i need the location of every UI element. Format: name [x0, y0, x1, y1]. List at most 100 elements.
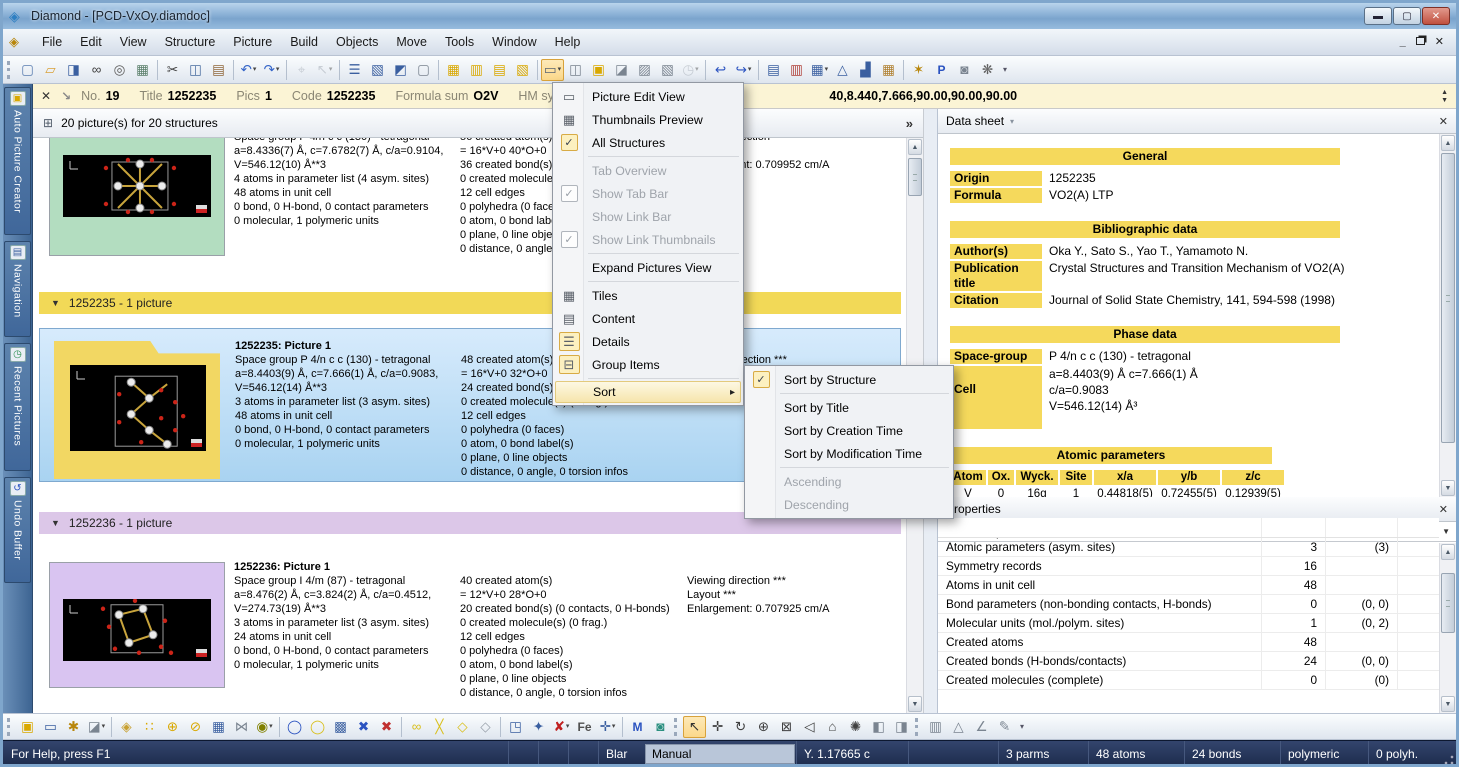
- menu-objects[interactable]: Objects: [327, 31, 387, 53]
- delete-all-icon[interactable]: ✘▾: [550, 716, 573, 738]
- table-view-icon[interactable]: ▦▾: [808, 59, 831, 81]
- doc-minimize-button[interactable]: _: [1400, 37, 1406, 47]
- picture-edit-icon[interactable]: ◫: [564, 59, 587, 81]
- save-icon[interactable]: ◨: [62, 59, 85, 81]
- properties-table-icon[interactable]: ▦: [877, 59, 900, 81]
- pan-icon[interactable]: ⌖: [290, 59, 313, 81]
- scroll-up-icon[interactable]: ▲: [908, 139, 922, 155]
- record-spinner[interactable]: ▲▼: [1441, 89, 1448, 104]
- unit-cell-icon[interactable]: ◳: [504, 716, 527, 738]
- property-row[interactable]: Atomic parameters (asym. sites)3(3): [938, 538, 1439, 557]
- collapse-arrow-icon[interactable]: ▼: [51, 518, 60, 528]
- camera-position-2-icon[interactable]: ◨: [890, 716, 913, 738]
- data-sheet-close-icon[interactable]: ✕: [1439, 115, 1448, 128]
- sidebar-tab-undo-buffer[interactable]: ↺Undo Buffer: [4, 477, 31, 583]
- bond-tool-icon[interactable]: ⋈: [230, 716, 253, 738]
- properties-scrollbar[interactable]: ▲ ▼: [1439, 543, 1456, 713]
- property-row[interactable]: Created molecules (complete)0(0): [938, 671, 1439, 690]
- print-preview-icon[interactable]: ◎: [108, 59, 131, 81]
- group-header-group-1252235[interactable]: ▼1252235 - 1 picture: [39, 292, 901, 314]
- picture-preview-view-icon[interactable]: ▧: [366, 59, 389, 81]
- menu-move[interactable]: Move: [387, 31, 436, 53]
- picture-undo-view-icon[interactable]: ◩: [389, 59, 412, 81]
- toolbar-grip[interactable]: [674, 718, 679, 736]
- structure-thumbnail[interactable]: [49, 138, 225, 256]
- zoom-mode-icon[interactable]: ⊕: [752, 716, 775, 738]
- spinner-down-icon[interactable]: ▼: [1441, 97, 1448, 104]
- structure-tree-view-icon[interactable]: ☰: [343, 59, 366, 81]
- minimize-button[interactable]: ▬: [1364, 7, 1392, 25]
- properties-letter-icon[interactable]: P: [930, 59, 953, 81]
- add-atoms-icon[interactable]: ∷: [138, 716, 161, 738]
- structure-thumbnail[interactable]: [54, 341, 220, 479]
- ring-gray-icon[interactable]: ◇: [474, 716, 497, 738]
- scroll-down-icon[interactable]: ▼: [1441, 696, 1455, 712]
- measure-angle-icon[interactable]: △: [947, 716, 970, 738]
- menu-item-content[interactable]: ▤Content: [555, 307, 741, 330]
- polyhedron-cage-icon[interactable]: ▩: [329, 716, 352, 738]
- rotate-mode-icon[interactable]: ↻: [729, 716, 752, 738]
- measure-letter-m-icon[interactable]: M: [626, 716, 649, 738]
- sidebar-tab-auto-picture-creator[interactable]: ▣Auto Picture Creator: [4, 87, 31, 235]
- picture-scene-icon[interactable]: ◙: [649, 716, 672, 738]
- spin-mode-icon[interactable]: ✺: [844, 716, 867, 738]
- move-mode-icon[interactable]: ✛: [706, 716, 729, 738]
- toolbar-overflow-icon[interactable]: ▾: [1020, 722, 1024, 731]
- ball-and-stick-icon[interactable]: ∞: [405, 716, 428, 738]
- menu-item-expand-pictures-view[interactable]: Expand Pictures View: [555, 256, 741, 279]
- cut-icon[interactable]: ✂: [161, 59, 184, 81]
- resize-grip[interactable]: [1440, 741, 1456, 767]
- menu-item-all-structures[interactable]: ✓All Structures: [555, 131, 741, 154]
- measure-distance-icon[interactable]: ▥: [924, 716, 947, 738]
- remove-bond-icon[interactable]: ⊘: [184, 716, 207, 738]
- creation-tools-icon[interactable]: ✱: [62, 716, 85, 738]
- close-button[interactable]: ✕: [1422, 7, 1450, 25]
- picture-comment-icon[interactable]: ▭: [39, 716, 62, 738]
- menu-structure[interactable]: Structure: [156, 31, 225, 53]
- blank-view-icon[interactable]: ▢: [412, 59, 435, 81]
- menu-item-tiles[interactable]: ▦Tiles: [555, 284, 741, 307]
- data-table-icon[interactable]: ▦: [442, 59, 465, 81]
- collapse-arrow-icon[interactable]: ▼: [51, 298, 60, 308]
- auto-picture-creator-icon[interactable]: ▣: [16, 716, 39, 738]
- property-row[interactable]: Created atoms48: [938, 633, 1439, 652]
- open-folder-icon[interactable]: ▱: [39, 59, 62, 81]
- cell-axes-icon[interactable]: ✦: [527, 716, 550, 738]
- scroll-up-icon[interactable]: ▲: [1441, 544, 1455, 560]
- toolbar-grip[interactable]: [7, 61, 12, 79]
- entry-1252236[interactable]: 1252236: Picture 1Space group I 4/m (87)…: [39, 550, 901, 704]
- property-row[interactable]: Created bonds (H-bonds/contacts)24(0, 0): [938, 652, 1439, 671]
- entry-1252234[interactable]: Space group P 4/n c c (130) - tetragonal…: [39, 138, 901, 266]
- new-document-icon[interactable]: ▢: [16, 59, 39, 81]
- scrollbar-thumb[interactable]: [908, 158, 922, 196]
- scroll-down-icon[interactable]: ▼: [908, 696, 922, 712]
- data-table-brief-icon[interactable]: ▥: [465, 59, 488, 81]
- new-picture-icon[interactable]: ▣: [587, 59, 610, 81]
- measure-torsion-icon[interactable]: ∠: [970, 716, 993, 738]
- copy-icon[interactable]: ◫: [184, 59, 207, 81]
- menu-item-group-items[interactable]: ⊟Group Items: [555, 353, 741, 376]
- fill-cell-icon[interactable]: ✛▾: [596, 716, 619, 738]
- data-brief-view-icon[interactable]: ▥: [785, 59, 808, 81]
- enlarge-mode-icon[interactable]: ⊠: [775, 716, 798, 738]
- polyhedron-yellow-icon[interactable]: ◯: [306, 716, 329, 738]
- property-row[interactable]: Symmetry records16: [938, 557, 1439, 576]
- expand-chevron-icon[interactable]: »: [906, 116, 913, 131]
- spinner-up-icon[interactable]: ▲: [1441, 89, 1448, 96]
- menu-build[interactable]: Build: [281, 31, 327, 53]
- connect-atoms-icon[interactable]: ╳: [428, 716, 451, 738]
- menu-item-sort[interactable]: Sort▸: [555, 381, 741, 403]
- menu-edit[interactable]: Edit: [71, 31, 111, 53]
- pointer-select-icon[interactable]: ↖: [683, 716, 706, 738]
- record-close-icon[interactable]: ✕: [41, 89, 51, 103]
- menu-picture[interactable]: Picture: [224, 31, 281, 53]
- sidebar-tab-recent-pictures[interactable]: ◷Recent Pictures: [4, 343, 31, 471]
- property-row[interactable]: Bond parameters (non-bonding contacts, H…: [938, 595, 1439, 614]
- data-sheet-scrollbar[interactable]: ▲ ▼: [1439, 134, 1456, 497]
- video-camera-icon[interactable]: ❋: [976, 59, 999, 81]
- sidebar-tab-navigation[interactable]: ▤Navigation: [4, 241, 31, 337]
- duplicate-picture-icon[interactable]: ▨: [633, 59, 656, 81]
- menu-view[interactable]: View: [111, 31, 156, 53]
- doc-close-button[interactable]: ✕: [1435, 37, 1444, 47]
- menu-help[interactable]: Help: [546, 31, 590, 53]
